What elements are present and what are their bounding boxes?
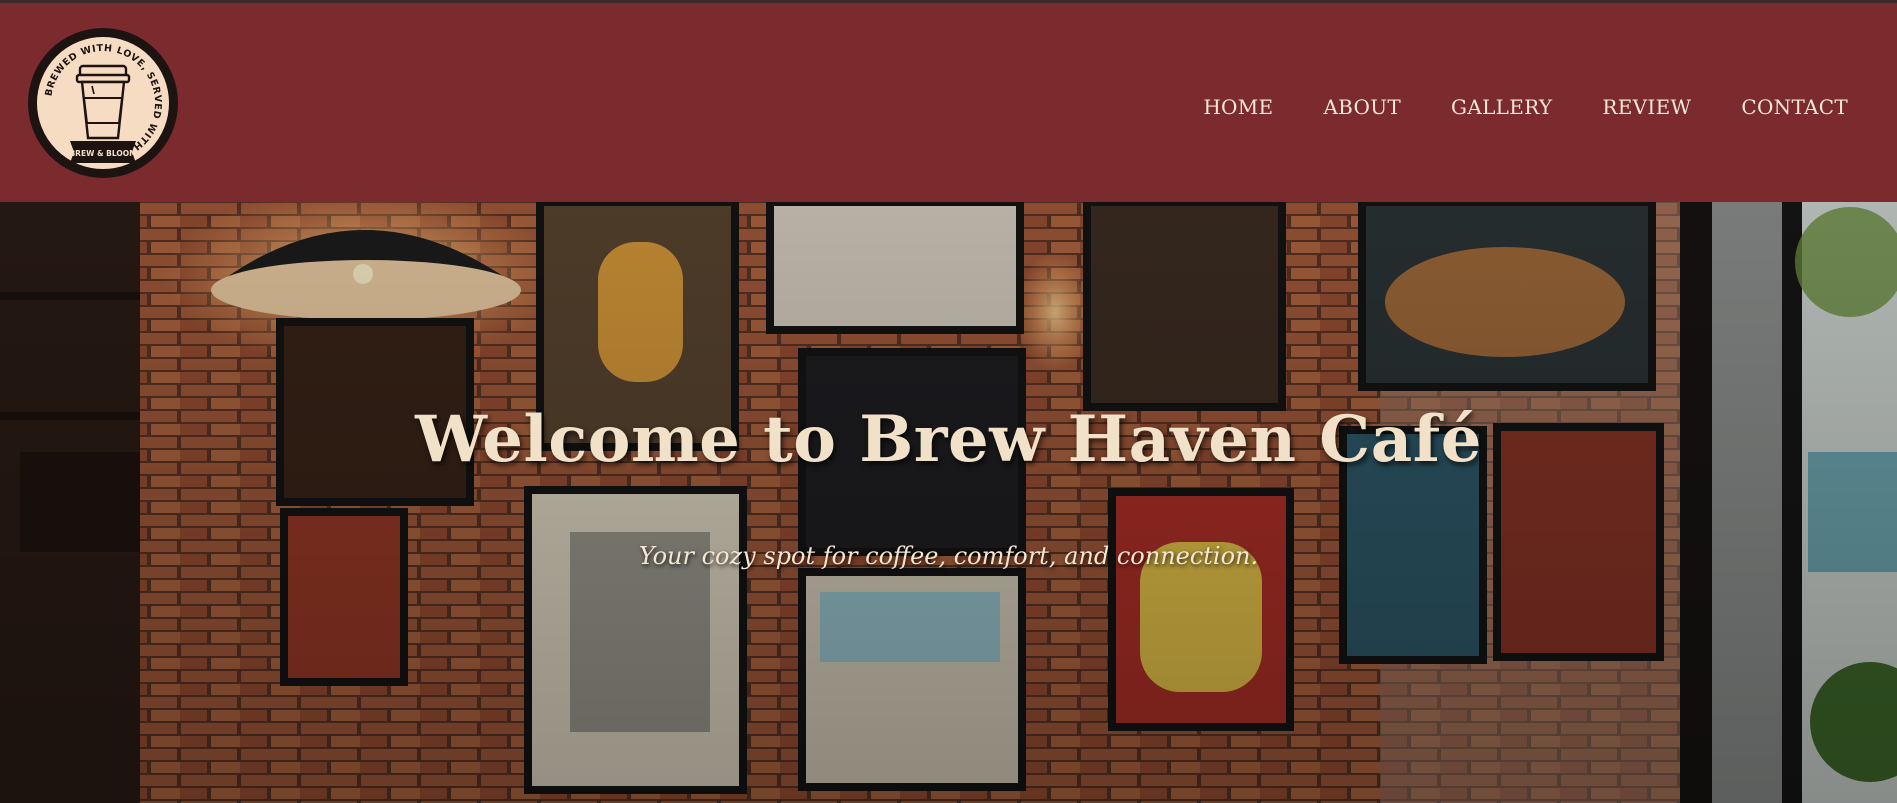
logo-name-text: BREW & BLOOM xyxy=(69,149,136,158)
site-header: BREWED WITH LOVE, SERVED WITH A SMILE BR… xyxy=(0,0,1897,202)
nav-home[interactable]: HOME xyxy=(1203,93,1273,121)
hero-section: Welcome to Brew Haven Café Your cozy spo… xyxy=(0,202,1897,803)
main-nav: HOME ABOUT GALLERY REVIEW CONTACT xyxy=(1153,93,1848,121)
hero-background-image xyxy=(0,202,1897,803)
hero-subtitle: Your cozy spot for coffee, comfort, and … xyxy=(638,542,1259,570)
nav-review[interactable]: REVIEW xyxy=(1602,93,1691,121)
brand-logo[interactable]: BREWED WITH LOVE, SERVED WITH A SMILE BR… xyxy=(28,28,178,178)
coffee-cup-logo-icon: BREWED WITH LOVE, SERVED WITH A SMILE BR… xyxy=(31,31,175,175)
nav-contact[interactable]: CONTACT xyxy=(1741,93,1848,121)
hero-title: Welcome to Brew Haven Café xyxy=(415,402,1482,477)
nav-about[interactable]: ABOUT xyxy=(1323,93,1401,121)
nav-gallery[interactable]: GALLERY xyxy=(1451,93,1552,121)
